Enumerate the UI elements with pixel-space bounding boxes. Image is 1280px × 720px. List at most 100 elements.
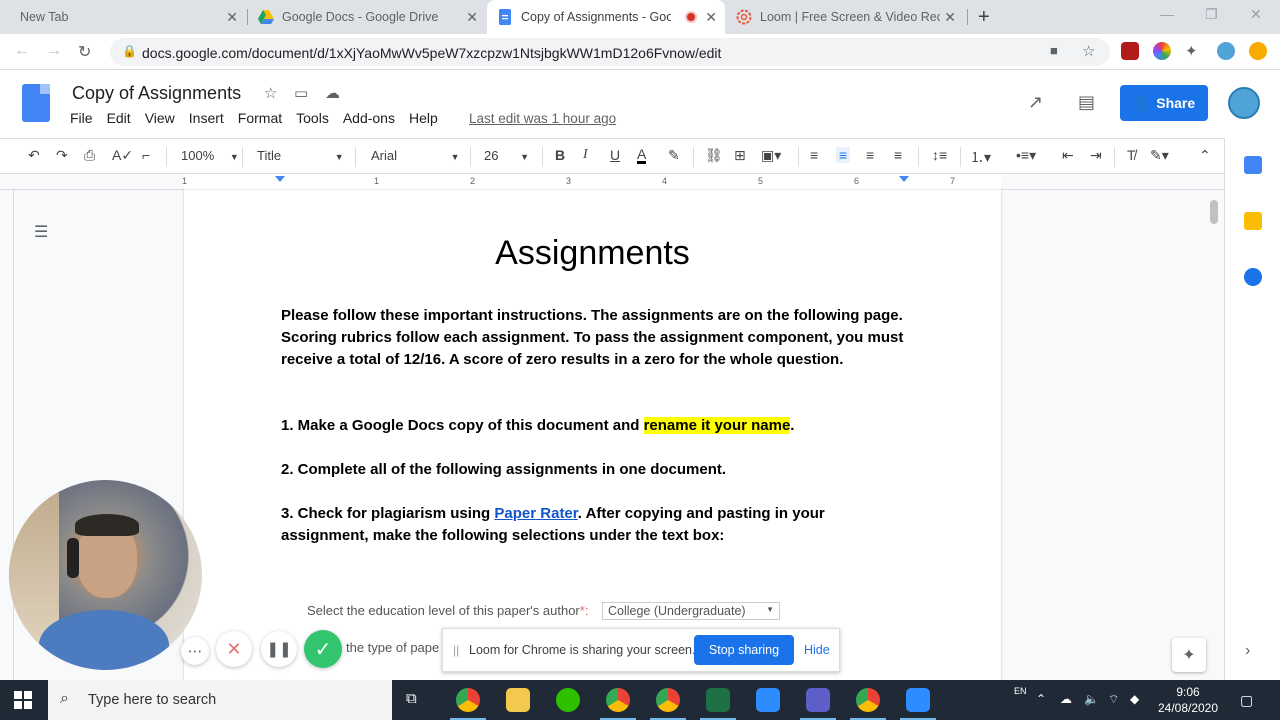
task-view-icon[interactable]: ⧉ [406,690,417,707]
input-language[interactable]: EN [1014,686,1027,696]
account-avatar[interactable] [1228,87,1260,119]
line-spacing-icon[interactable]: ↕≡ [932,147,947,163]
numbered-list-icon[interactable]: ⒈▾ [970,147,991,167]
tasks-icon[interactable] [1244,268,1262,286]
restore-icon[interactable]: ❐ [1205,6,1218,23]
move-folder-icon[interactable]: ▭ [294,84,308,102]
menu-insert[interactable]: Insert [189,110,224,126]
calendar-icon[interactable] [1244,156,1262,174]
wechat-icon[interactable] [556,688,580,712]
wifi-icon[interactable]: ⌔ [1108,692,1119,707]
education-level-select[interactable]: College (Undergraduate) ▼ [602,602,780,620]
update-icon[interactable] [1249,42,1267,60]
chrome-profile-3-icon[interactable] [850,688,886,720]
add-comment-icon[interactable]: ⊞ [734,147,746,164]
comment-history-icon[interactable]: ▤ [1078,92,1095,113]
paragraph-style-select[interactable]: Title ▼ [257,148,344,163]
bold-icon[interactable]: B [555,147,565,163]
paint-format-icon[interactable]: ⌐ [142,147,150,163]
hide-button[interactable]: Hide [804,643,830,657]
font-size-select[interactable]: 26 ▼ [484,148,529,163]
acrobat-extension-icon[interactable] [1121,42,1139,60]
print-icon[interactable]: ⎙ [84,147,95,164]
teams-icon[interactable] [800,688,836,720]
chrome-taskbar-icon[interactable] [450,688,486,720]
star-icon[interactable]: ☆ [264,84,277,102]
document-outline-icon[interactable]: ☰ [34,222,48,242]
loom-more-button[interactable]: ⋯ [181,637,209,665]
close-icon[interactable]: ✕ [705,9,717,26]
zoom-select[interactable]: 100% ▼ [181,148,239,163]
menu-view[interactable]: View [145,110,175,126]
increase-indent-icon[interactable]: ⇥ [1090,147,1102,164]
document-title[interactable]: Copy of Assignments [72,83,241,104]
camera-icon[interactable]: ■ [1050,43,1058,58]
clear-formatting-icon[interactable]: T̸ [1127,147,1136,163]
menu-file[interactable]: File [70,110,93,126]
tab-google-drive[interactable]: Google Docs - Google Drive ✕ [248,0,486,34]
spellcheck-icon[interactable]: A✓ [112,147,133,164]
forward-icon[interactable]: → [46,42,62,60]
redo-icon[interactable]: ↷ [56,147,68,164]
bookmark-star-icon[interactable]: ☆ [1082,42,1095,60]
menu-format[interactable]: Format [238,110,282,126]
tray-expand-icon[interactable]: ⌃ [1036,692,1046,706]
new-tab-button[interactable]: + [978,6,990,29]
align-center-icon[interactable]: ≡ [836,147,851,163]
volume-icon[interactable]: 🔈 [1084,692,1099,706]
excel-icon[interactable] [700,688,736,720]
dropbox-icon[interactable]: ◆ [1130,692,1139,706]
loom-finish-button[interactable]: ✓ [304,630,342,668]
document-page[interactable]: Assignments Please follow these importan… [184,190,1001,680]
drag-handle-icon[interactable]: || [453,643,459,657]
editing-mode-icon[interactable]: ✎▾ [1150,147,1169,164]
notifications-icon[interactable]: ▢ [1240,692,1253,709]
text-color-icon[interactable]: A [637,147,647,164]
share-button[interactable]: 👤 Share [1120,85,1208,121]
align-right-icon[interactable]: ≡ [866,147,874,163]
loom-cancel-button[interactable]: ✕ [216,631,252,667]
profile-extension-icon[interactable] [1217,42,1235,60]
zoom-icon[interactable] [756,688,780,712]
keep-icon[interactable] [1244,212,1262,230]
minimize-icon[interactable]: — [1160,6,1174,22]
tab-loom[interactable]: Loom | Free Screen & Video Reco ✕ [726,0,964,34]
reload-icon[interactable]: ↻ [78,42,91,62]
align-left-icon[interactable]: ≡ [810,147,818,163]
close-icon[interactable]: ✕ [466,9,478,26]
windows-start-icon[interactable] [14,691,32,709]
file-explorer-icon[interactable] [506,688,530,712]
insert-image-icon[interactable]: ▣▾ [761,147,781,164]
paper-rater-link[interactable]: Paper Rater [494,505,577,522]
omnibox[interactable]: 🔒 docs.google.com/document/d/1xXjYaoMwWv… [110,38,1110,66]
docs-logo-icon[interactable] [22,84,50,122]
bulleted-list-icon[interactable]: •≡▾ [1016,147,1036,164]
color-extension-icon[interactable] [1153,42,1171,60]
font-select[interactable]: Arial ▼ [371,148,460,163]
cloud-status-icon[interactable]: ☁ [325,84,340,102]
chrome-profile-icon[interactable] [600,688,636,720]
taskbar-search[interactable]: ⌕ Type here to search [48,680,392,720]
loom-camera-bubble[interactable] [9,480,202,670]
menu-edit[interactable]: Edit [107,110,131,126]
window-close-icon[interactable]: ✕ [1250,6,1262,23]
zoom-meeting-icon[interactable] [900,688,936,720]
scrollbar[interactable] [1210,200,1218,224]
undo-icon[interactable]: ↶ [28,147,40,164]
close-icon[interactable]: ✕ [944,9,956,26]
underline-icon[interactable]: U [610,147,620,163]
link-icon[interactable]: ⛓ [705,147,723,164]
extensions-puzzle-icon[interactable]: ✦ [1185,42,1203,60]
menu-tools[interactable]: Tools [296,110,329,126]
loom-pause-button[interactable]: ❚❚ [261,631,297,667]
tab-copy-of-assignments[interactable]: Copy of Assignments - Goo ✕ [487,0,725,34]
right-indent-marker[interactable] [899,176,909,182]
collapse-toolbar-icon[interactable]: ⌃ [1199,147,1211,164]
explore-button[interactable]: ✦ [1172,638,1206,672]
system-clock[interactable]: 9:06 24/08/2020 [1150,684,1226,716]
italic-icon[interactable]: I [583,147,588,163]
menu-help[interactable]: Help [409,110,438,126]
align-justify-icon[interactable]: ≡ [894,147,902,163]
menu-addons[interactable]: Add-ons [343,110,395,126]
activity-trend-icon[interactable]: ↗ [1028,92,1043,113]
